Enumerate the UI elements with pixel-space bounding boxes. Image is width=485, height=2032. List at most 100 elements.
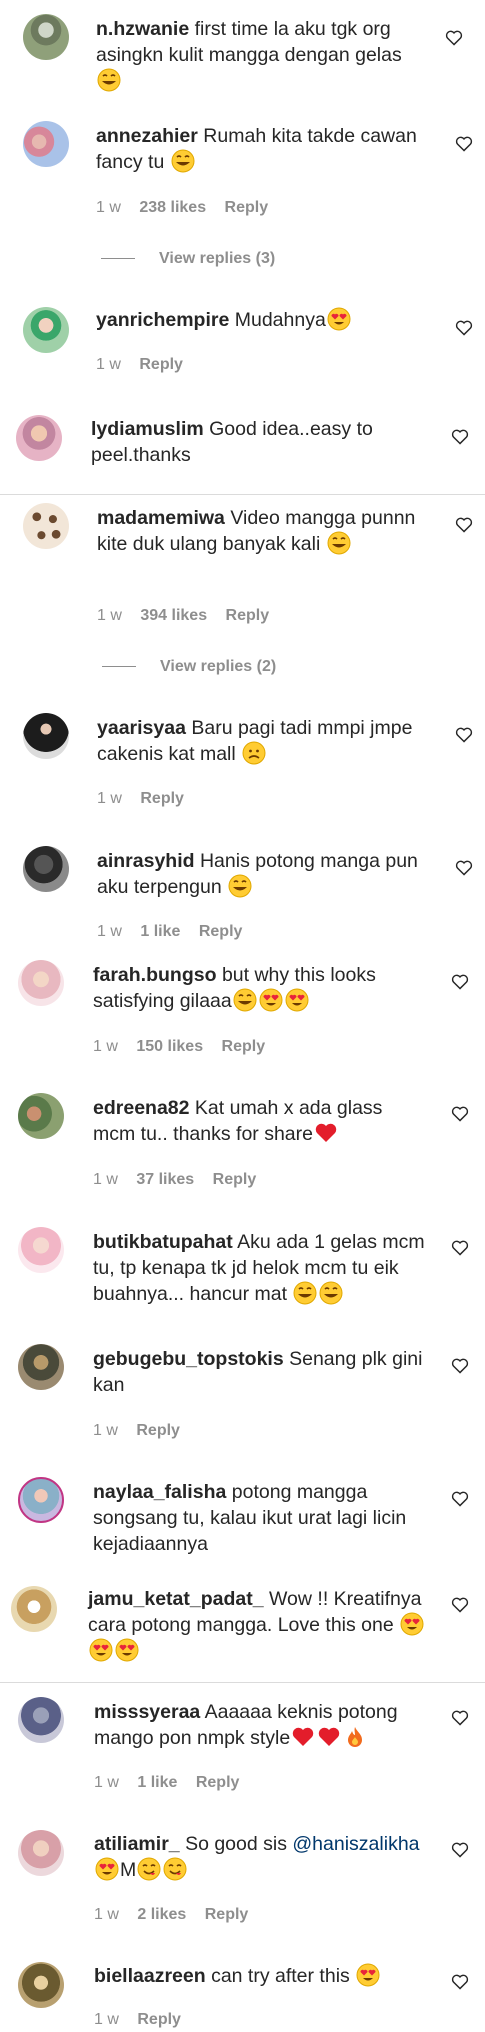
savoring-emoji-icon — [137, 1857, 161, 1881]
reply-button[interactable]: Reply — [213, 1171, 257, 1188]
comment-username[interactable]: naylaa_falisha — [93, 1481, 226, 1503]
like-heart-icon[interactable] — [451, 974, 469, 990]
like-heart-icon[interactable] — [451, 1597, 469, 1613]
comment-text: naylaa_falisha potong mangga songsang tu… — [93, 1479, 433, 1557]
likes-count[interactable]: 37 likes — [136, 1171, 194, 1188]
avatar[interactable] — [23, 503, 69, 549]
divider — [0, 494, 485, 495]
avatar[interactable] — [23, 121, 69, 167]
like-heart-icon[interactable] — [455, 517, 473, 533]
likes-count[interactable]: 1 like — [137, 1774, 177, 1791]
comment-text: yaarisyaa Baru pagi tadi mmpi jmpe caken… — [97, 715, 427, 767]
comment-time: 1 w — [94, 2011, 119, 2028]
comment-meta: 1 w Reply — [94, 2011, 195, 2029]
avatar[interactable] — [23, 846, 69, 892]
avatar[interactable] — [18, 1697, 64, 1743]
heart-eyes-emoji-icon — [95, 1857, 119, 1881]
grin-emoji-icon — [228, 874, 252, 898]
like-heart-icon[interactable] — [455, 320, 473, 336]
avatar[interactable] — [18, 1227, 64, 1273]
reply-button[interactable]: Reply — [199, 923, 243, 940]
comment-username[interactable]: farah.bungso — [93, 964, 217, 986]
likes-count[interactable]: 150 likes — [136, 1038, 203, 1055]
comment-username[interactable]: edreena82 — [93, 1097, 189, 1119]
reply-button[interactable]: Reply — [136, 1422, 180, 1439]
like-heart-icon[interactable] — [455, 727, 473, 743]
avatar[interactable] — [16, 415, 62, 461]
comment-username[interactable]: lydiamuslim — [91, 418, 204, 440]
reply-button[interactable]: Reply — [225, 199, 269, 216]
heart-eyes-emoji-icon — [115, 1638, 139, 1662]
reply-button[interactable]: Reply — [196, 1774, 240, 1791]
reply-button[interactable]: Reply — [140, 790, 184, 807]
like-heart-icon[interactable] — [451, 1358, 469, 1374]
avatar[interactable] — [23, 307, 69, 353]
view-replies-label: View replies (2) — [160, 658, 277, 675]
likes-count[interactable]: 2 likes — [137, 1906, 186, 1923]
heart-eyes-emoji-icon — [327, 307, 351, 331]
avatar[interactable] — [18, 1344, 64, 1390]
reply-button[interactable]: Reply — [205, 1906, 249, 1923]
divider — [102, 666, 136, 668]
grin-emoji-icon — [233, 988, 257, 1012]
avatar[interactable] — [11, 1586, 57, 1632]
heart-eyes-emoji-icon — [400, 1612, 424, 1636]
likes-count[interactable]: 1 like — [140, 923, 180, 940]
view-replies-button[interactable]: View replies (2) — [102, 658, 276, 676]
like-heart-icon[interactable] — [455, 136, 473, 152]
like-heart-icon[interactable] — [451, 1106, 469, 1122]
comment-text: lydiamuslim Good idea..easy to peel.than… — [91, 416, 421, 468]
comment-username[interactable]: yaarisyaa — [97, 717, 186, 739]
comment-username[interactable]: biellaazreen — [94, 1965, 206, 1987]
view-replies-button[interactable]: View replies (3) — [101, 250, 275, 268]
comment-time: 1 w — [93, 1171, 118, 1188]
comment-body-extra: M — [120, 1859, 137, 1881]
comment-username[interactable]: gebugebu_topstokis — [93, 1348, 284, 1370]
comment-text: jamu_ketat_padat_ Wow !! Kreatifnya cara… — [88, 1586, 428, 1664]
comment-meta: 1 w 394 likes Reply — [97, 607, 283, 625]
mention-link[interactable]: @haniszalikha — [292, 1833, 419, 1855]
avatar[interactable] — [18, 1830, 64, 1876]
comment-username[interactable]: n.hzwanie — [96, 18, 189, 40]
grin-emoji-icon — [97, 68, 121, 92]
comment-text: madamemiwa Video mangga punnn kite duk u… — [97, 505, 427, 557]
avatar[interactable] — [23, 14, 69, 60]
like-heart-icon[interactable] — [451, 429, 469, 445]
avatar[interactable] — [18, 1962, 64, 2008]
likes-count[interactable]: 394 likes — [140, 607, 207, 624]
likes-count[interactable]: 238 likes — [139, 199, 206, 216]
like-heart-icon[interactable] — [451, 1491, 469, 1507]
like-heart-icon[interactable] — [445, 30, 463, 46]
comment-text: atiliamir_ So good sis @haniszalikha M — [94, 1831, 434, 1883]
avatar[interactable] — [18, 960, 64, 1006]
reply-button[interactable]: Reply — [139, 356, 183, 373]
like-heart-icon[interactable] — [451, 1974, 469, 1990]
avatar[interactable] — [18, 1477, 64, 1523]
comment-meta: 1 w 37 likes Reply — [93, 1171, 270, 1189]
comment-username[interactable]: jamu_ketat_padat_ — [88, 1588, 264, 1610]
comment-username[interactable]: yanrichempire — [96, 309, 229, 331]
reply-button[interactable]: Reply — [222, 1038, 266, 1055]
comment-username[interactable]: annezahier — [96, 125, 198, 147]
comment-time: 1 w — [93, 1422, 118, 1439]
like-heart-icon[interactable] — [455, 860, 473, 876]
avatar[interactable] — [23, 713, 69, 759]
comment-username[interactable]: ainrasyhid — [97, 850, 195, 872]
comment-time: 1 w — [96, 199, 121, 216]
comment-text: misssyeraa Aaaaaa keknis potong mango po… — [94, 1699, 424, 1751]
comment-username[interactable]: butikbatupahat — [93, 1231, 233, 1253]
comment-username[interactable]: misssyeraa — [94, 1701, 200, 1723]
like-heart-icon[interactable] — [451, 1240, 469, 1256]
comment-username[interactable]: atiliamir_ — [94, 1833, 180, 1855]
comment-body: So good sis — [185, 1833, 287, 1855]
reply-button[interactable]: Reply — [137, 2011, 181, 2028]
like-heart-icon[interactable] — [451, 1842, 469, 1858]
avatar[interactable] — [18, 1093, 64, 1139]
like-heart-icon[interactable] — [451, 1710, 469, 1726]
comment-time: 1 w — [96, 356, 121, 373]
comment-username[interactable]: madamemiwa — [97, 507, 225, 529]
reply-button[interactable]: Reply — [226, 607, 270, 624]
comment-text: yanrichempire Mudahnya — [96, 307, 436, 333]
comment-time: 1 w — [94, 1774, 119, 1791]
fire-emoji-icon — [343, 1725, 367, 1749]
